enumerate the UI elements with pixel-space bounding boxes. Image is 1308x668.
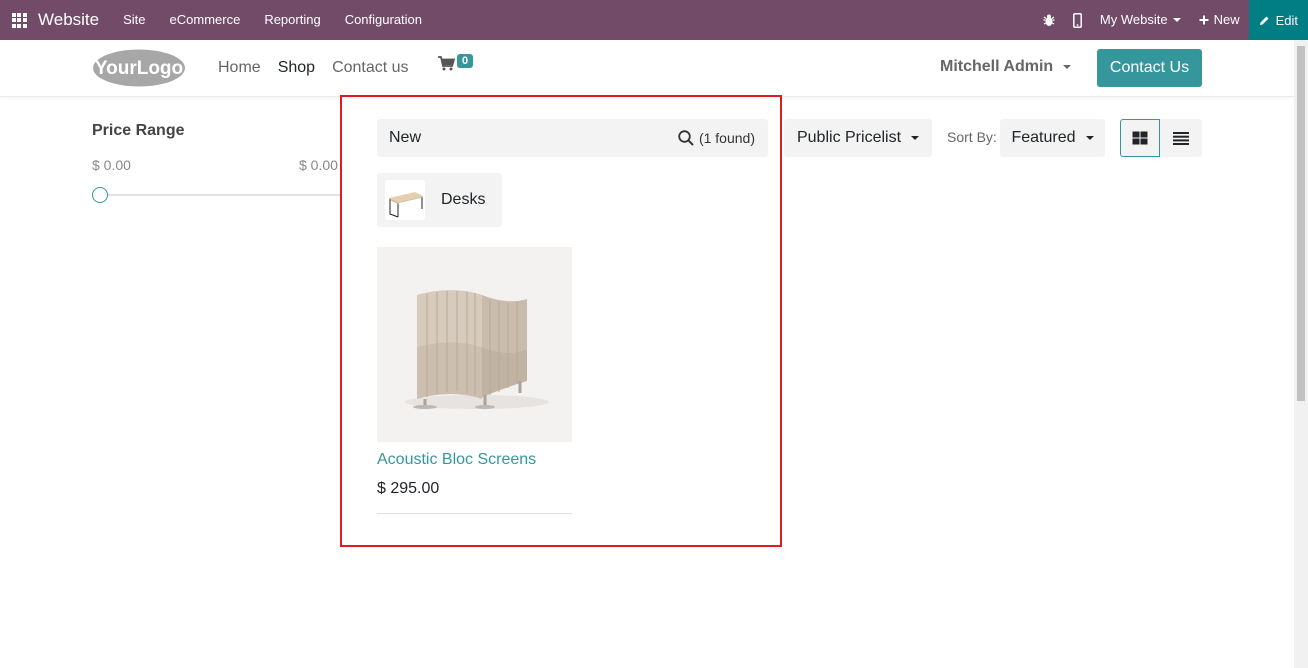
product-image[interactable] (377, 247, 572, 442)
grid-view-icon (1132, 131, 1148, 145)
product-name-link[interactable]: Acoustic Bloc Screens (377, 451, 536, 469)
cart-count-badge: 0 (457, 54, 474, 68)
contact-us-button[interactable]: Contact Us (1097, 49, 1202, 87)
menu-reporting[interactable]: Reporting (252, 0, 332, 40)
list-view-button[interactable] (1160, 119, 1202, 157)
sort-by-value: Featured (1011, 129, 1076, 146)
shopping-cart-icon (438, 56, 456, 71)
price-slider-handle[interactable] (92, 187, 108, 203)
apps-menu-icon[interactable] (0, 0, 38, 40)
nav-contact-us[interactable]: Contact us (332, 59, 408, 77)
debug-bug-icon[interactable] (1034, 14, 1064, 27)
site-logo[interactable]: YourLogo (92, 48, 187, 88)
new-button[interactable]: New (1190, 0, 1249, 40)
price-slider-track[interactable] (100, 194, 340, 196)
mobile-preview-icon[interactable] (1064, 12, 1091, 28)
sort-by-label: Sort By: (947, 129, 997, 145)
plus-icon (1199, 15, 1209, 25)
grid-view-button[interactable] (1120, 119, 1160, 157)
category-chip-desks[interactable]: Desks (377, 173, 502, 227)
search-result-count: (1 found) (678, 119, 755, 157)
chevron-down-icon (911, 136, 920, 140)
new-label: New (1213, 12, 1240, 27)
admin-menu: Site eCommerce Reporting Configuration (111, 0, 434, 40)
list-view-icon (1173, 131, 1189, 145)
app-brand[interactable]: Website (38, 10, 99, 30)
page-scrollbar[interactable] (1294, 40, 1308, 668)
menu-site[interactable]: Site (111, 0, 157, 40)
price-min-value: $ 0.00 (92, 157, 131, 173)
chevron-down-icon (1063, 65, 1072, 69)
pencil-icon (1259, 16, 1269, 25)
price-range-title: Price Range (92, 122, 185, 139)
svg-text:YourLogo: YourLogo (95, 58, 183, 79)
site-header: YourLogo Home Shop Contact us 0 Mitchell… (0, 40, 1294, 97)
edit-label: Edit (1275, 12, 1298, 28)
category-label: Desks (441, 191, 486, 208)
chevron-down-icon (1172, 18, 1181, 22)
product-price: $ 295.00 (377, 480, 440, 497)
price-max-value: $ 0.00 (299, 157, 338, 173)
my-website-label: My Website (1099, 12, 1168, 27)
found-count: (1 found) (698, 130, 755, 146)
product-divider (377, 513, 572, 514)
pricelist-dropdown[interactable]: Public Pricelist (784, 119, 932, 157)
main-nav: Home Shop Contact us (218, 40, 409, 96)
search-input[interactable] (389, 119, 649, 157)
nav-shop[interactable]: Shop (278, 59, 315, 77)
menu-configuration[interactable]: Configuration (333, 0, 434, 40)
product-search-box: (1 found) (377, 119, 768, 157)
chevron-down-icon (1085, 136, 1094, 140)
user-menu[interactable]: Mitchell Admin (940, 58, 1072, 76)
my-website-dropdown[interactable]: My Website (1091, 0, 1190, 40)
admin-right: My Website New Edit (1034, 0, 1308, 40)
edit-button[interactable]: Edit (1248, 0, 1308, 40)
user-name: Mitchell Admin (940, 58, 1054, 75)
sort-by-dropdown[interactable]: Featured (1000, 119, 1105, 157)
menu-ecommerce[interactable]: eCommerce (158, 0, 253, 40)
pricelist-label: Public Pricelist (796, 129, 902, 146)
nav-home[interactable]: Home (218, 59, 261, 77)
admin-navbar: Website Site eCommerce Reporting Configu… (0, 0, 1308, 40)
cart-link[interactable]: 0 (438, 54, 474, 76)
scrollbar-thumb[interactable] (1297, 46, 1305, 401)
category-thumbnail (385, 180, 425, 220)
search-icon[interactable] (678, 130, 694, 146)
